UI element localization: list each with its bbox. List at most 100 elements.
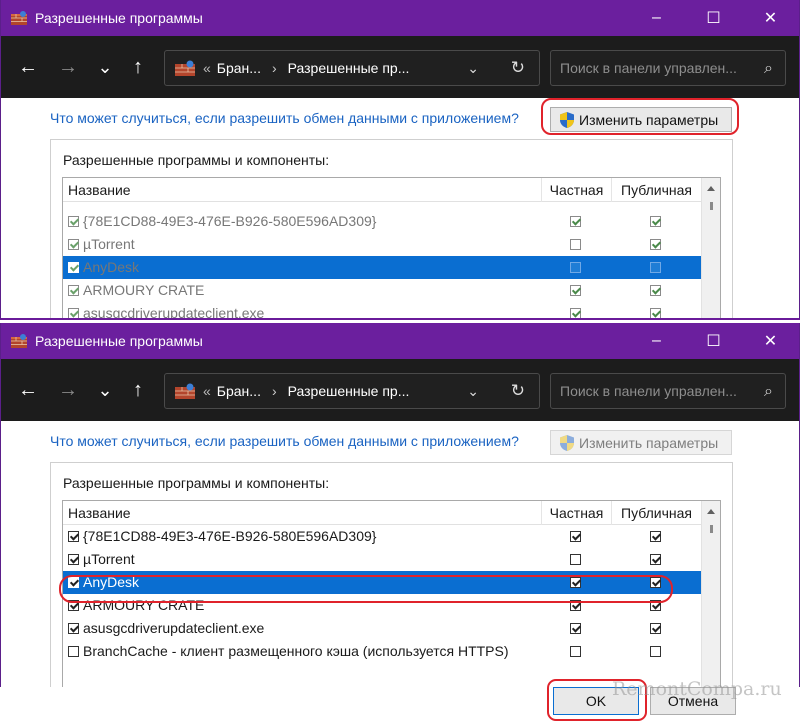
list-item[interactable]: ARMOURY CRATE bbox=[63, 594, 720, 617]
search-input[interactable]: Поиск в панели управлен... ⌕ bbox=[550, 50, 786, 86]
public-checkbox[interactable] bbox=[650, 623, 661, 634]
refresh-icon[interactable]: ↻ bbox=[511, 58, 525, 78]
list-item[interactable]: µTorrent bbox=[63, 548, 720, 571]
private-checkbox[interactable] bbox=[570, 216, 581, 227]
back-arrow-icon: ← bbox=[18, 378, 38, 401]
enable-checkbox[interactable] bbox=[68, 262, 79, 273]
private-checkbox[interactable] bbox=[570, 239, 581, 250]
navigation-bar: ← → ⌄ ↑ « Бран... › Разрешенные пр... ⌄ bbox=[1, 359, 799, 421]
refresh-icon[interactable]: ↻ bbox=[511, 381, 525, 401]
column-private[interactable]: Частная bbox=[541, 501, 611, 525]
breadcrumb-separator: › bbox=[271, 383, 277, 399]
search-icon: ⌕ bbox=[764, 60, 773, 77]
enable-checkbox[interactable] bbox=[68, 623, 79, 634]
list-header: Название Частная Публичная bbox=[63, 178, 720, 202]
chevron-down-icon: ⌄ bbox=[97, 379, 113, 400]
enable-checkbox[interactable] bbox=[68, 531, 79, 542]
private-checkbox[interactable] bbox=[570, 285, 581, 296]
breadcrumb-firewall[interactable]: Бран... bbox=[217, 60, 261, 76]
public-checkbox[interactable] bbox=[650, 239, 661, 250]
up-button[interactable]: ↑ bbox=[123, 52, 153, 82]
public-checkbox[interactable] bbox=[650, 554, 661, 565]
change-settings-button[interactable]: Изменить параметры bbox=[550, 430, 732, 455]
private-checkbox[interactable] bbox=[570, 554, 581, 565]
enable-checkbox[interactable] bbox=[68, 285, 79, 296]
up-button[interactable]: ↑ bbox=[123, 375, 153, 405]
list-item[interactable]: asusgcdriverupdateclient.exe bbox=[63, 302, 720, 318]
firewall-icon bbox=[175, 383, 195, 399]
enable-checkbox[interactable] bbox=[68, 308, 79, 318]
scroll-up-icon[interactable] bbox=[707, 186, 715, 191]
risk-info-link[interactable]: Что может случиться, если разрешить обме… bbox=[50, 433, 519, 449]
public-checkbox[interactable] bbox=[650, 531, 661, 542]
app-name: AnyDesk bbox=[83, 259, 140, 275]
address-bar[interactable]: « Бран... › Разрешенные пр... ⌄ ↻ bbox=[164, 50, 540, 86]
private-checkbox[interactable] bbox=[570, 577, 581, 588]
private-checkbox[interactable] bbox=[570, 262, 581, 273]
column-name[interactable]: Название bbox=[68, 182, 131, 198]
address-dropdown-icon[interactable]: ⌄ bbox=[467, 383, 479, 400]
column-public[interactable]: Публичная bbox=[611, 178, 701, 202]
apps-list[interactable]: Название Частная Публичная {78E1CD88-49E… bbox=[62, 177, 721, 318]
maximize-button[interactable]: ☐ bbox=[685, 323, 742, 359]
change-settings-label: Изменить параметры bbox=[579, 434, 719, 451]
risk-info-link[interactable]: Что может случиться, если разрешить обме… bbox=[50, 110, 519, 126]
scroll-up-icon[interactable] bbox=[707, 509, 715, 514]
list-item[interactable]: ARMOURY CRATE bbox=[63, 279, 720, 302]
public-checkbox[interactable] bbox=[650, 262, 661, 273]
breadcrumb-firewall[interactable]: Бран... bbox=[217, 383, 261, 399]
list-item[interactable]: µTorrent bbox=[63, 233, 720, 256]
private-checkbox[interactable] bbox=[570, 531, 581, 542]
list-item[interactable]: {78E1CD88-49E3-476E-B926-580E596AD309} bbox=[63, 210, 720, 233]
public-checkbox[interactable] bbox=[650, 216, 661, 227]
public-checkbox[interactable] bbox=[650, 285, 661, 296]
back-button[interactable]: ← bbox=[13, 52, 43, 82]
scroll-thumb[interactable] bbox=[710, 202, 713, 210]
title-bar: Разрешенные программы – ☐ ✕ bbox=[1, 323, 799, 359]
public-checkbox[interactable] bbox=[650, 577, 661, 588]
chevron-down-icon: ⌄ bbox=[97, 56, 113, 77]
private-checkbox[interactable] bbox=[570, 308, 581, 318]
list-item[interactable]: {78E1CD88-49E3-476E-B926-580E596AD309} bbox=[63, 525, 720, 548]
ok-button[interactable]: OK bbox=[553, 687, 639, 715]
forward-button[interactable]: → bbox=[53, 375, 83, 405]
list-scrollbar[interactable] bbox=[701, 178, 720, 318]
public-checkbox[interactable] bbox=[650, 646, 661, 657]
column-name[interactable]: Название bbox=[68, 505, 131, 521]
column-private[interactable]: Частная bbox=[541, 178, 611, 202]
list-item[interactable]: BranchCache - клиент размещенного кэша (… bbox=[63, 640, 720, 663]
search-input[interactable]: Поиск в панели управлен... ⌕ bbox=[550, 373, 786, 409]
column-public[interactable]: Публичная bbox=[611, 501, 701, 525]
enable-checkbox[interactable] bbox=[68, 600, 79, 611]
minimize-button[interactable]: – bbox=[628, 0, 685, 36]
enable-checkbox[interactable] bbox=[68, 554, 79, 565]
address-bar[interactable]: « Бран... › Разрешенные пр... ⌄ ↻ bbox=[164, 373, 540, 409]
back-button[interactable]: ← bbox=[13, 375, 43, 405]
breadcrumb-allowed-apps[interactable]: Разрешенные пр... bbox=[288, 383, 410, 399]
public-checkbox[interactable] bbox=[650, 600, 661, 611]
address-dropdown-icon[interactable]: ⌄ bbox=[467, 60, 479, 77]
enable-checkbox[interactable] bbox=[68, 646, 79, 657]
close-button[interactable]: ✕ bbox=[742, 0, 799, 36]
private-checkbox[interactable] bbox=[570, 623, 581, 634]
enable-checkbox[interactable] bbox=[68, 216, 79, 227]
list-item[interactable]: asusgcdriverupdateclient.exe bbox=[63, 617, 720, 640]
private-checkbox[interactable] bbox=[570, 600, 581, 611]
scroll-thumb[interactable] bbox=[710, 525, 713, 533]
private-checkbox[interactable] bbox=[570, 646, 581, 657]
list-item[interactable]: AnyDesk bbox=[63, 256, 720, 279]
enable-checkbox[interactable] bbox=[68, 239, 79, 250]
recent-locations-button[interactable]: ⌄ bbox=[90, 52, 120, 82]
forward-button[interactable]: → bbox=[53, 52, 83, 82]
navigation-bar: ← → ⌄ ↑ « Бран... › Разрешенные пр... ⌄ bbox=[1, 36, 799, 98]
minimize-button[interactable]: – bbox=[628, 323, 685, 359]
close-button[interactable]: ✕ bbox=[742, 323, 799, 359]
cancel-button[interactable]: Отмена bbox=[650, 687, 736, 715]
list-item[interactable]: AnyDesk bbox=[63, 571, 720, 594]
uac-shield-icon bbox=[560, 434, 574, 451]
public-checkbox[interactable] bbox=[650, 308, 661, 318]
breadcrumb-allowed-apps[interactable]: Разрешенные пр... bbox=[288, 60, 410, 76]
recent-locations-button[interactable]: ⌄ bbox=[90, 375, 120, 405]
enable-checkbox[interactable] bbox=[68, 577, 79, 588]
maximize-button[interactable]: ☐ bbox=[685, 0, 742, 36]
